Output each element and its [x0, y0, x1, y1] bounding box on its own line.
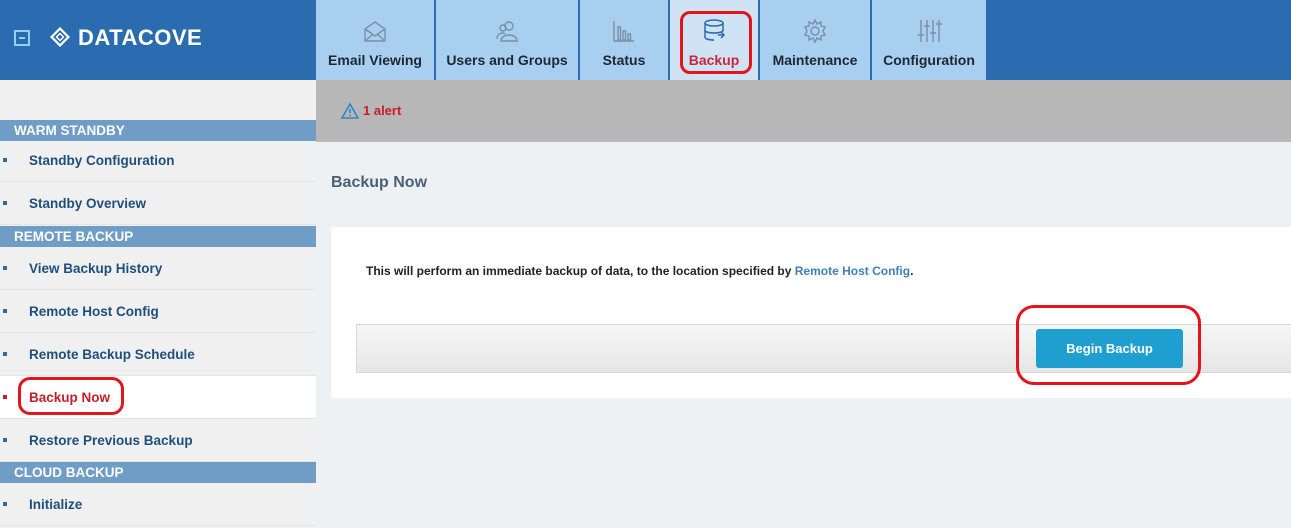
sidebar-item-remote-host-config[interactable]: Remote Host Config: [0, 290, 316, 333]
sidebar-item-restore-previous-backup[interactable]: Restore Previous Backup: [0, 419, 316, 462]
tab-label: Maintenance: [772, 52, 858, 68]
tab-label: Email Viewing: [328, 52, 422, 68]
sidebar-item-view-backup-history[interactable]: View Backup History: [0, 247, 316, 290]
sidebar-section-cloud-backup: CLOUD BACKUP: [0, 462, 316, 483]
page-title: Backup Now: [331, 174, 428, 191]
envelope-icon: [362, 18, 388, 44]
tab-configuration[interactable]: Configuration: [872, 0, 988, 80]
tab-email-viewing[interactable]: Email Viewing: [316, 0, 436, 80]
tab-maintenance[interactable]: Maintenance: [760, 0, 872, 80]
brand-area: DATACOVE: [0, 0, 316, 80]
main-tabs: Email Viewing Users and Groups Status Ba…: [316, 0, 988, 80]
sidebar-item-standby-overview[interactable]: Standby Overview: [0, 182, 316, 225]
description-text: This will perform an immediate backup of…: [366, 264, 795, 278]
tab-label: Backup: [688, 52, 740, 68]
brand-name: DATACOVE: [78, 25, 203, 50]
sidebar-item-standby-configuration[interactable]: Standby Configuration: [0, 139, 316, 182]
sidebar: WARM STANDBY Standby Configuration Stand…: [0, 80, 316, 528]
description-text-end: .: [910, 264, 914, 278]
alert-count-link[interactable]: 1 alert: [363, 103, 401, 118]
backup-now-panel: This will perform an immediate backup of…: [331, 227, 1291, 398]
begin-backup-button[interactable]: Begin Backup: [1036, 329, 1183, 368]
alert-bar: 1 alert: [316, 80, 1291, 142]
tab-label: Status: [602, 52, 646, 68]
tab-backup[interactable]: Backup: [670, 0, 760, 80]
tab-label: Configuration: [883, 52, 975, 68]
tab-users-and-groups[interactable]: Users and Groups: [436, 0, 580, 80]
bar-chart-icon: [611, 18, 637, 44]
tab-status[interactable]: Status: [580, 0, 670, 80]
gear-icon: [802, 18, 828, 44]
tab-label: Users and Groups: [446, 52, 568, 68]
collapse-sidebar-icon[interactable]: [14, 30, 30, 46]
sliders-icon: [916, 18, 942, 44]
users-icon: [494, 18, 520, 44]
sidebar-section-warm-standby: WARM STANDBY: [0, 120, 316, 141]
database-backup-icon: [701, 18, 727, 44]
sidebar-section-remote-backup: REMOTE BACKUP: [0, 226, 316, 247]
sidebar-item-backup-now[interactable]: Backup Now: [0, 376, 316, 419]
datacove-logo-icon: [50, 27, 70, 47]
remote-host-config-link[interactable]: Remote Host Config: [795, 264, 910, 278]
backup-description: This will perform an immediate backup of…: [366, 264, 913, 278]
sidebar-item-remote-backup-schedule[interactable]: Remote Backup Schedule: [0, 333, 316, 376]
sidebar-item-initialize[interactable]: Initialize: [0, 483, 316, 526]
warning-triangle-icon: [341, 103, 359, 119]
